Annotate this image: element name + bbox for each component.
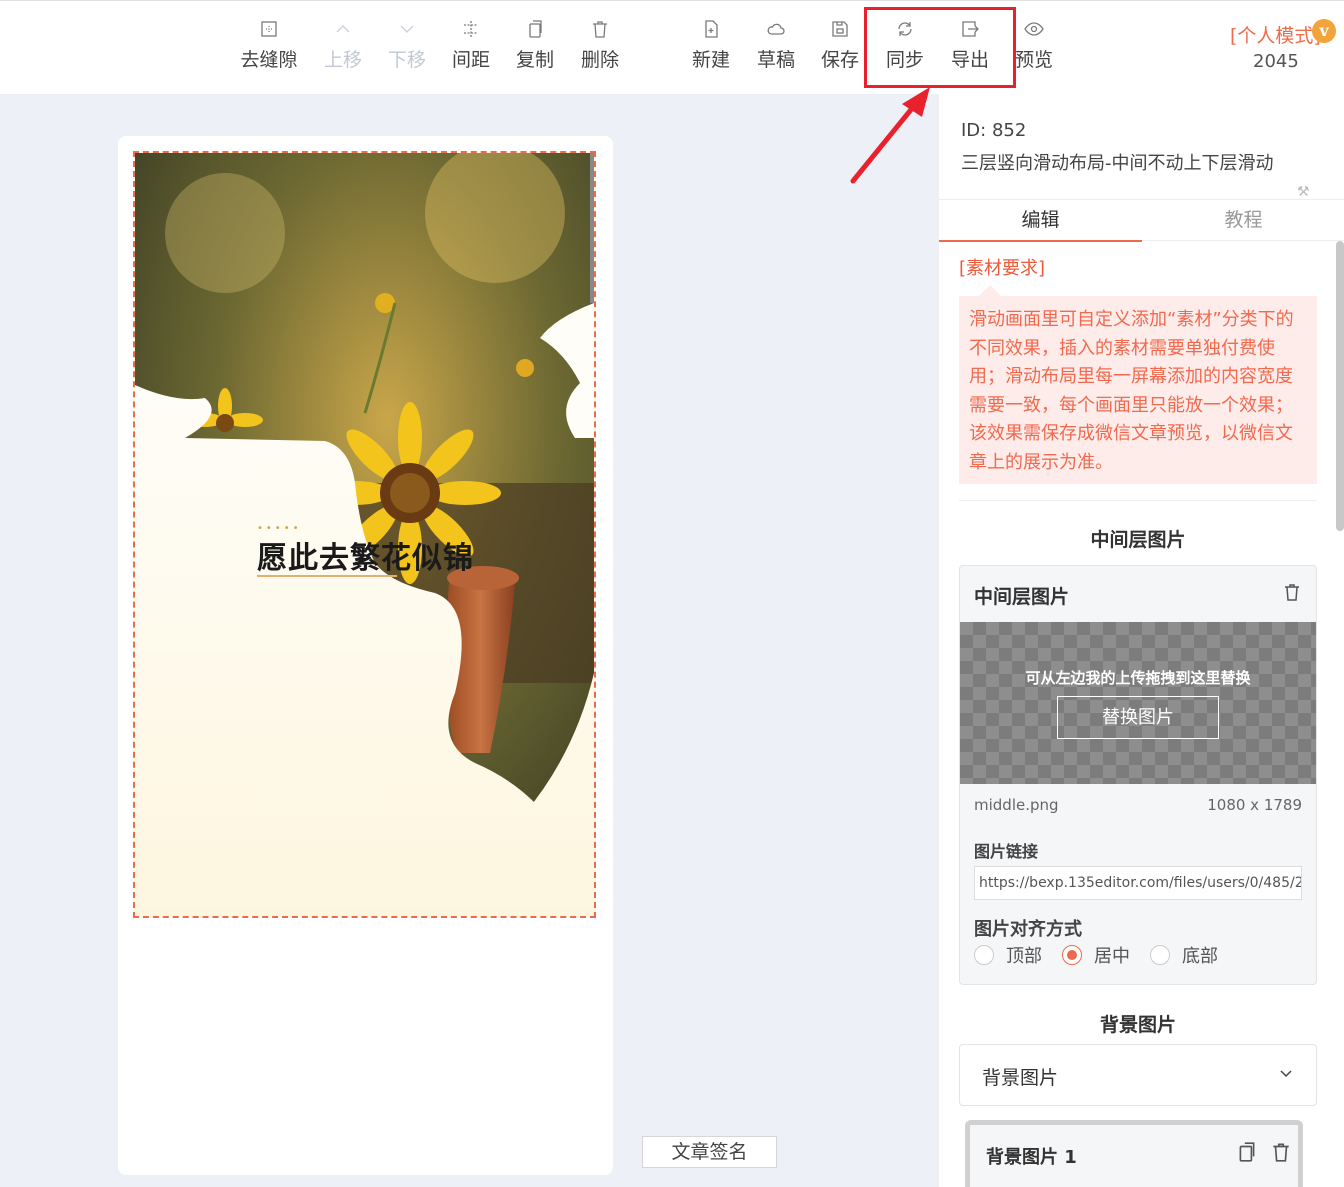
preview-title[interactable]: 愿此去繁花似锦 (257, 533, 474, 577)
top-toolbar: 去缝隙 上移 下移 间距 复制 删除 新建 草稿 保存 同步 导出 预览 [个人… (0, 0, 1344, 94)
requirement-text: 滑动画面里可自定义添加“素材”分类下的不同效果，插入的素材需要单独付费使用；滑动… (959, 296, 1317, 484)
replace-image-button[interactable]: 替换图片 (1057, 696, 1219, 739)
trash-icon (1285, 584, 1299, 601)
align-top-radio[interactable]: 顶部 (974, 942, 1042, 968)
tab-edit[interactable]: 编辑 (939, 200, 1142, 242)
align-bottom-radio[interactable]: 底部 (1150, 942, 1218, 968)
panel-scrollbar[interactable] (1336, 241, 1344, 531)
panel-tabs: 编辑 教程 (939, 199, 1344, 242)
bg-image-item: 背景图片 1 (965, 1120, 1303, 1187)
vip-badge: v (1312, 19, 1336, 43)
spacing-button[interactable]: 间距 (439, 19, 503, 79)
delete-bg-button[interactable] (1270, 1141, 1292, 1163)
new-file-icon (705, 20, 718, 38)
trash-icon (1273, 1143, 1289, 1162)
chevron-down-icon (400, 25, 414, 33)
preview-card: ••••• 愿此去繁花似锦 (118, 136, 613, 1175)
editor-canvas: ••••• 愿此去繁花似锦 文章签名 (0, 94, 938, 1187)
trash-icon (593, 21, 607, 38)
save-button[interactable]: 保存 (808, 19, 872, 79)
move-up-button[interactable]: 上移 (311, 19, 375, 79)
user-number: 2045 (1253, 51, 1299, 72)
bg-image-dropdown[interactable]: 背景图片 (959, 1044, 1317, 1106)
image-link-label: 图片链接 (974, 842, 1039, 861)
requirement-pointer (979, 285, 1001, 296)
image-align-label: 图片对齐方式 (974, 919, 1082, 940)
divider (959, 500, 1317, 501)
sync-export-highlight (864, 7, 1016, 88)
settings-panel: ID: 852 三层竖向滑动布局-中间不动上下层滑动 ⚒ 编辑 教程 [素材要求… (938, 94, 1344, 1187)
template-name: 三层竖向滑动布局-中间不动上下层滑动 (961, 153, 1274, 174)
file-size: 1080 x 1789 (1207, 796, 1302, 814)
file-name: middle.png (974, 796, 1059, 814)
move-down-button[interactable]: 下移 (375, 19, 439, 79)
annotation-arrow (850, 87, 930, 184)
draft-button[interactable]: 草稿 (744, 19, 808, 79)
align-center-label: 居中 (1094, 946, 1130, 967)
bg-section-title: 背景图片 (1099, 1014, 1176, 1036)
copy-button[interactable]: 复制 (503, 19, 567, 79)
chevron-up-icon (336, 25, 350, 33)
new-button[interactable]: 新建 (679, 19, 743, 79)
grid-dotted-icon (261, 21, 277, 37)
middle-section-title: 中间层图片 (1090, 529, 1186, 551)
seamless-button[interactable]: 去缝隙 (237, 19, 301, 79)
image-align-group: 顶部 居中 底部 (974, 942, 1238, 968)
mode-label[interactable]: [个人模式] (1230, 21, 1321, 48)
title-underline (257, 575, 397, 577)
requirement-title: [素材要求] (959, 258, 1046, 279)
image-link-input[interactable]: https://bexp.135editor.com/files/users/0… (974, 866, 1302, 900)
copy-bg-button[interactable] (1236, 1141, 1258, 1163)
article-signature-button[interactable]: 文章签名 (642, 1136, 777, 1168)
align-center-radio[interactable]: 居中 (1062, 942, 1130, 968)
radio-dot (1062, 945, 1082, 965)
spacing-icon (464, 21, 478, 37)
tab-tutorial[interactable]: 教程 (1142, 200, 1344, 242)
save-icon (832, 21, 848, 37)
bg-dropdown-label: 背景图片 (982, 1067, 1059, 1089)
middle-card-header: 中间层图片 (974, 586, 1070, 608)
tools-icon[interactable]: ⚒ (1297, 184, 1310, 200)
copy-icon (529, 20, 542, 38)
dropzone-hint: 可从左边我的上传拖拽到这里替换 (1025, 669, 1251, 687)
delete-button[interactable]: 删除 (568, 19, 632, 79)
middle-image-card: 中间层图片 可从左边我的上传拖拽到这里替换 替换图片 middle.png 10… (959, 565, 1317, 985)
template-id: ID: 852 (961, 120, 1027, 141)
sliding-layout-preview[interactable]: ••••• 愿此去繁花似锦 (133, 151, 596, 918)
delete-middle-button[interactable] (1282, 582, 1302, 602)
align-bottom-label: 底部 (1182, 946, 1218, 967)
align-top-label: 顶部 (1006, 946, 1042, 967)
radio-dot (1150, 945, 1170, 965)
chevron-down-icon (1280, 1070, 1292, 1078)
middle-image-dropzone[interactable]: 可从左边我的上传拖拽到这里替换 替换图片 (960, 622, 1316, 784)
eye-icon (1024, 22, 1044, 36)
radio-dot (974, 945, 994, 965)
cloud-icon (767, 23, 785, 35)
bg-item-label: 背景图片 1 (986, 1147, 1077, 1168)
copy-icon (1239, 1142, 1255, 1162)
